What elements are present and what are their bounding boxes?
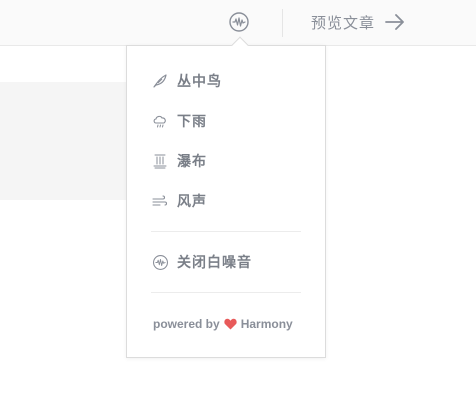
menu-item-wind[interactable]: 风声 [151, 188, 303, 214]
header-divider [282, 9, 283, 37]
rain-cloud-icon [151, 112, 169, 130]
sound-wave-icon [151, 253, 169, 271]
white-noise-dropdown: 丛中鸟 下雨 瀑布 风声 关闭白噪音 powered by Harmony [126, 36, 326, 358]
bird-icon [151, 72, 169, 90]
menu-item-rain[interactable]: 下雨 [151, 108, 303, 134]
menu-separator [151, 292, 301, 293]
harmony-brand-link[interactable]: Harmony [241, 317, 293, 331]
preview-article-link[interactable]: 预览文章 [311, 11, 405, 33]
wind-icon [151, 192, 169, 210]
arrow-right-icon [385, 14, 405, 30]
sound-wave-icon [229, 12, 249, 32]
preview-article-label: 预览文章 [311, 13, 376, 32]
white-noise-toggle-button[interactable] [227, 10, 251, 34]
menu-item-label: 关闭白噪音 [177, 255, 252, 271]
menu-item-label: 风声 [177, 194, 207, 210]
powered-by-text: powered by [153, 317, 220, 331]
menu-item-waterfall[interactable]: 瀑布 [151, 148, 303, 174]
menu-item-birds[interactable]: 丛中鸟 [151, 68, 303, 94]
menu-item-close-white-noise[interactable]: 关闭白噪音 [151, 249, 303, 275]
menu-item-label: 瀑布 [177, 154, 207, 170]
menu-item-label: 下雨 [177, 114, 207, 130]
waterfall-icon [151, 152, 169, 170]
powered-by-footer: powered by Harmony [153, 315, 293, 333]
menu-separator [151, 231, 301, 232]
content-background-block [0, 82, 140, 200]
menu-item-label: 丛中鸟 [177, 74, 222, 90]
heart-icon [224, 318, 237, 330]
